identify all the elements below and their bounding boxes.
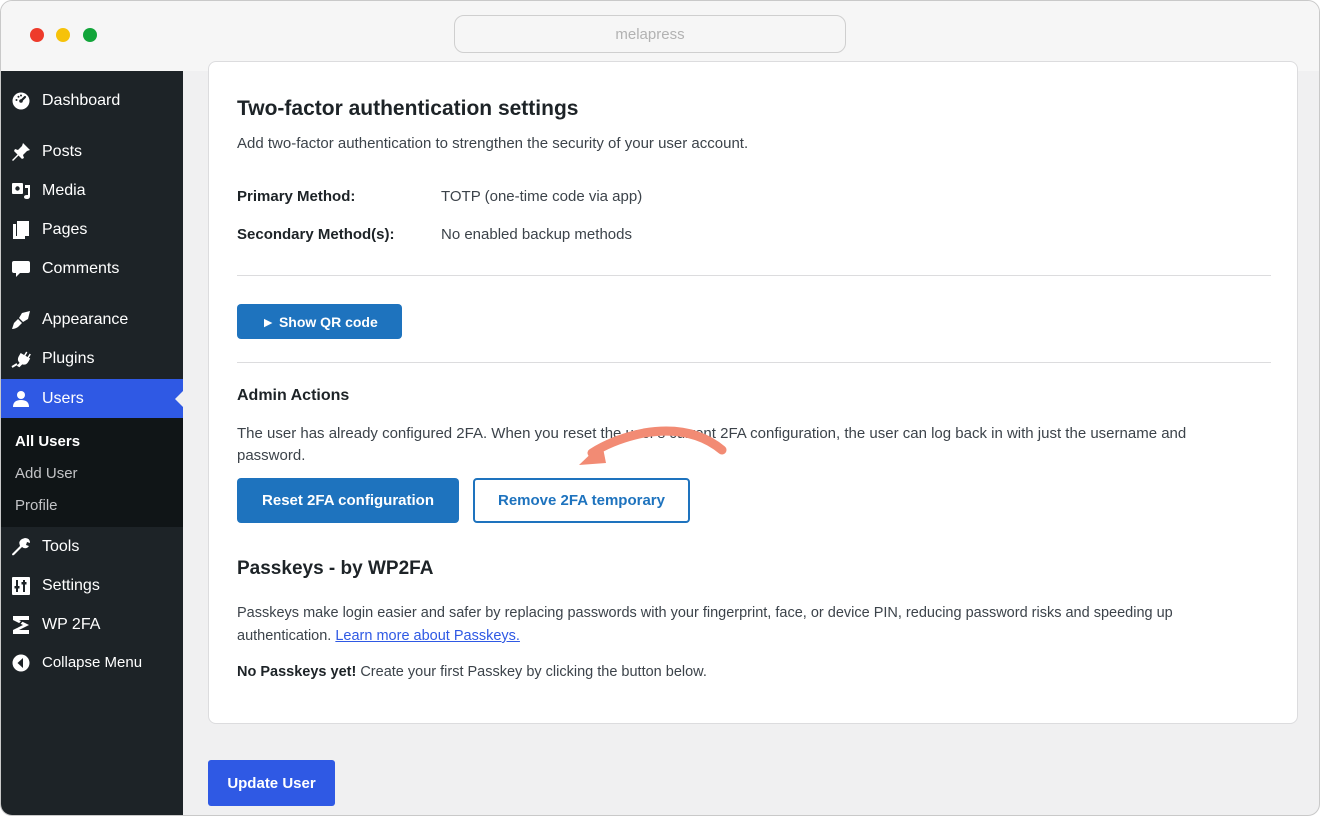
admin-sidebar: Dashboard Posts Media Pages Comments App…	[1, 71, 183, 815]
pages-icon	[11, 220, 31, 240]
tfa-description: Add two-factor authentication to strengt…	[237, 135, 749, 152]
sidebar-item-users[interactable]: Users	[1, 379, 183, 418]
sidebar-item-label: Posts	[42, 142, 83, 160]
sidebar-item-settings[interactable]: Settings	[1, 566, 183, 605]
annotation-arrow-icon	[579, 426, 727, 465]
minimize-window-button[interactable]	[56, 28, 70, 42]
reset-2fa-button[interactable]: Reset 2FA configuration	[237, 478, 459, 523]
sidebar-item-label: Dashboard	[42, 91, 121, 109]
brush-icon	[11, 310, 31, 330]
sidebar-item-label: Collapse Menu	[42, 654, 143, 671]
sidebar-item-comments[interactable]: Comments	[1, 249, 183, 288]
sidebar-item-label: Tools	[42, 537, 80, 555]
sidebar-item-appearance[interactable]: Appearance	[1, 300, 183, 339]
submenu-item-add-user[interactable]: Add User	[15, 465, 78, 482]
admin-actions-heading: Admin Actions	[237, 387, 350, 404]
maximize-window-button[interactable]	[83, 28, 97, 42]
two-factor-settings-card: Two-factor authentication settings Add t…	[208, 61, 1298, 724]
collapse-menu-button[interactable]: Collapse Menu	[1, 643, 183, 682]
sidebar-item-media[interactable]: Media	[1, 171, 183, 210]
passkeys-description-text: authentication.	[237, 628, 332, 644]
pin-icon	[11, 142, 31, 162]
sidebar-item-pages[interactable]: Pages	[1, 210, 183, 249]
browser-window: melapress Dashboard Posts Media Pages Co…	[0, 0, 1320, 816]
submenu-item-all-users[interactable]: All Users	[15, 433, 80, 450]
sidebar-item-dashboard[interactable]: Dashboard	[1, 81, 183, 120]
sidebar-item-label: Settings	[42, 576, 100, 594]
wrench-icon	[11, 537, 31, 557]
sidebar-item-label: Comments	[42, 259, 120, 277]
collapse-icon	[11, 653, 31, 673]
no-passkeys-bold: No Passkeys yet!	[237, 664, 357, 680]
plug-icon	[11, 349, 31, 369]
sidebar-item-plugins[interactable]: Plugins	[1, 339, 183, 378]
sidebar-item-wp-2fa[interactable]: WP 2FA	[1, 605, 183, 644]
update-user-button[interactable]: Update User	[208, 760, 335, 806]
secondary-method-label: Secondary Method(s):	[237, 226, 395, 243]
sidebar-item-posts[interactable]: Posts	[1, 132, 183, 171]
remove-2fa-temporary-button[interactable]: Remove 2FA temporary	[473, 478, 690, 523]
divider	[237, 362, 1271, 363]
primary-method-value: TOTP (one-time code via app)	[441, 188, 643, 205]
dashboard-icon	[11, 91, 31, 111]
passkeys-description-line1: Passkeys make login easier and safer by …	[237, 605, 1173, 621]
admin-actions-text-line2: password.	[237, 447, 306, 464]
wp2fa-icon	[11, 615, 31, 635]
sidebar-item-label: Appearance	[42, 310, 129, 328]
settings-icon	[11, 576, 31, 596]
user-icon	[11, 389, 31, 409]
no-passkeys-text: Create your first Passkey by clicking th…	[360, 664, 707, 680]
sidebar-item-label: Users	[42, 389, 84, 407]
submenu-item-profile[interactable]: Profile	[15, 497, 58, 514]
divider	[237, 275, 1271, 276]
page-title: Two-factor authentication settings	[237, 97, 579, 120]
show-qr-code-button[interactable]: ► Show QR code	[237, 304, 402, 339]
admin-actions-text-line1: The user has already configured 2FA. Whe…	[237, 425, 1187, 442]
learn-more-passkeys-link[interactable]: Learn more about Passkeys.	[335, 628, 520, 644]
sidebar-item-label: Plugins	[42, 349, 95, 367]
sidebar-item-label: WP 2FA	[42, 615, 101, 633]
sidebar-item-tools[interactable]: Tools	[1, 527, 183, 566]
users-submenu: All Users Add User Profile	[1, 418, 183, 527]
address-bar[interactable]: melapress	[454, 15, 846, 53]
no-passkeys-message: No Passkeys yet! Create your first Passk…	[237, 664, 707, 680]
comment-icon	[11, 259, 31, 279]
close-window-button[interactable]	[30, 28, 44, 42]
secondary-method-value: No enabled backup methods	[441, 226, 632, 243]
passkeys-heading: Passkeys - by WP2FA	[237, 558, 434, 579]
sidebar-item-label: Media	[42, 181, 86, 199]
passkeys-description-line2: authentication. Learn more about Passkey…	[237, 628, 520, 644]
media-icon	[11, 181, 31, 201]
sidebar-item-label: Pages	[42, 220, 88, 238]
primary-method-label: Primary Method:	[237, 188, 356, 205]
